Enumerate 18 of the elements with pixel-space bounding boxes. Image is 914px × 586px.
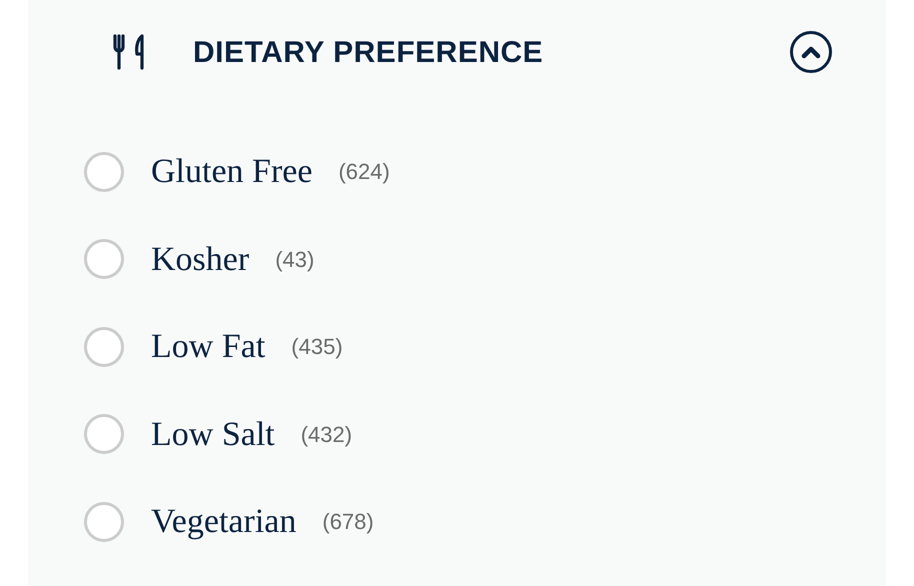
option-label[interactable]: Vegetarian: [151, 496, 296, 548]
option-count: (678): [322, 508, 374, 536]
collapse-toggle[interactable]: [790, 31, 832, 73]
option-label[interactable]: Low Salt: [151, 408, 275, 460]
option-count: (435): [291, 333, 343, 362]
chevron-up-icon: [801, 45, 821, 59]
option-label[interactable]: Kosher: [151, 234, 250, 285]
option-count: (43): [275, 246, 314, 274]
option-label[interactable]: Gluten Free: [151, 146, 312, 198]
radio-button[interactable]: [84, 414, 124, 454]
radio-button[interactable]: [84, 326, 124, 367]
section-title: DIETARY PREFERENCE: [193, 34, 544, 70]
radio-button[interactable]: [84, 239, 124, 280]
option-count: (432): [300, 420, 352, 449]
option-count: (624): [338, 158, 390, 186]
option-label[interactable]: Low Fat: [151, 321, 266, 372]
radio-button[interactable]: [84, 502, 124, 542]
radio-button[interactable]: [84, 152, 124, 192]
